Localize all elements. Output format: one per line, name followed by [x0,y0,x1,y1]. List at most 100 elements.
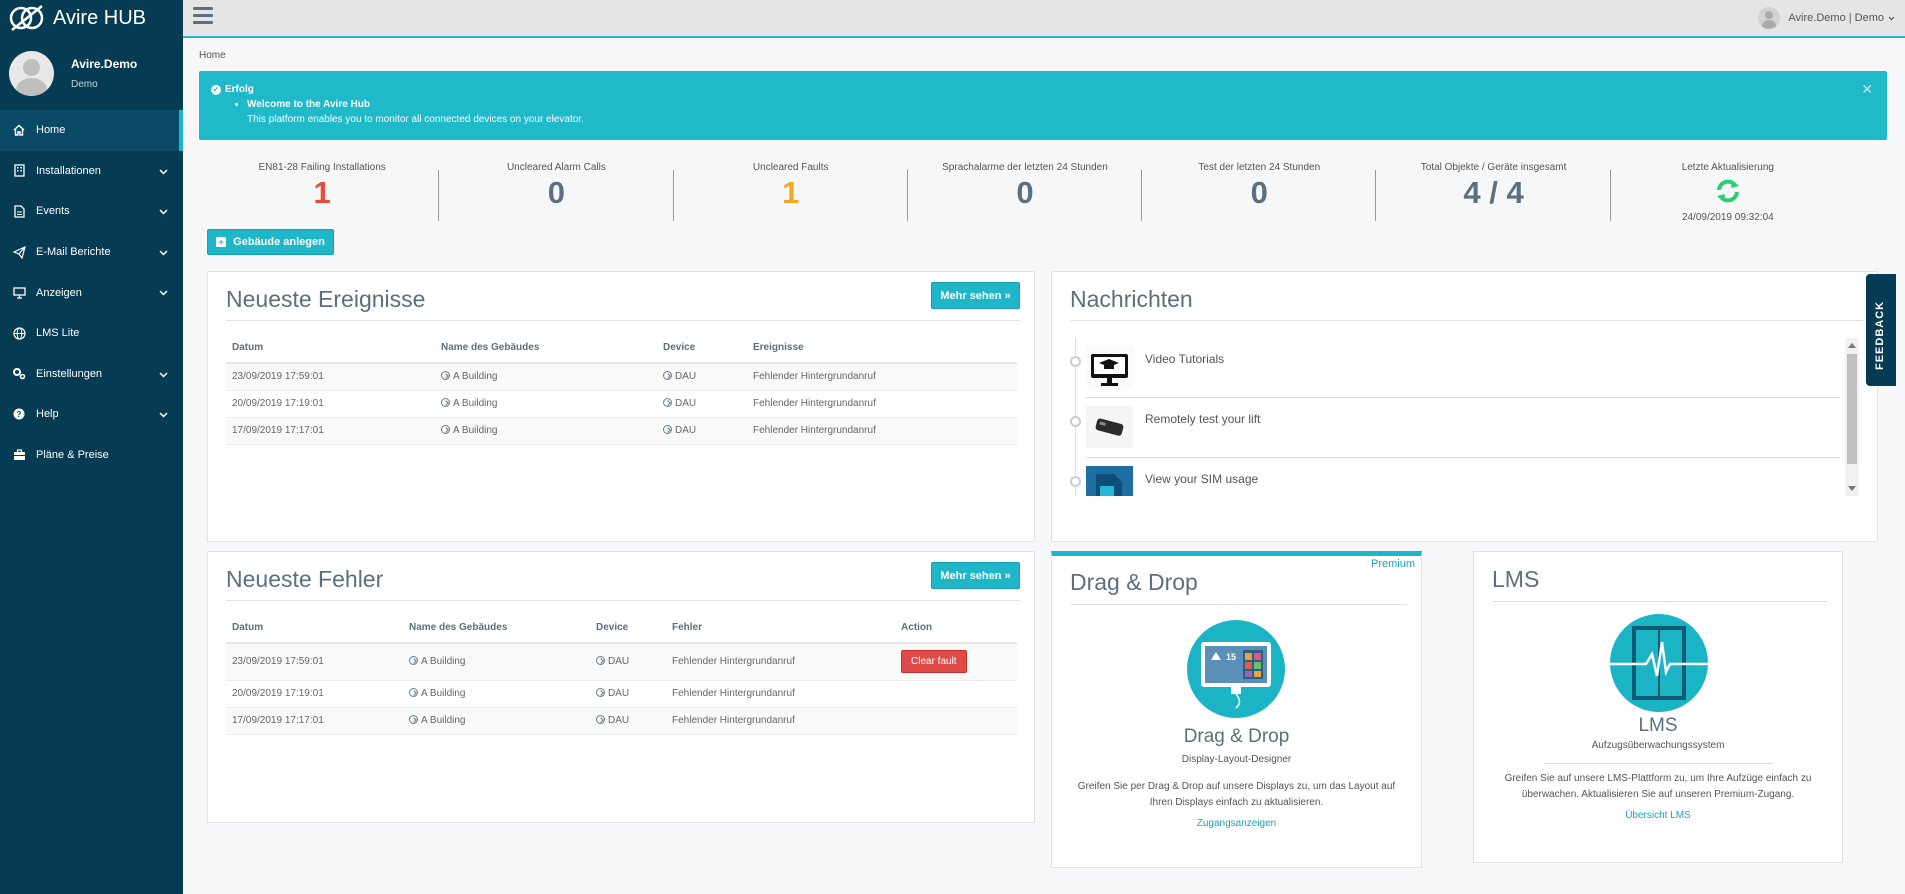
sidebar-nav: Home Installationen Events E-Mail Berich… [0,110,183,475]
scrollbar-thumb[interactable] [1847,354,1857,464]
sim-card-icon [1086,466,1133,496]
news-item-video-tutorials[interactable]: Video Tutorials [1070,346,1840,406]
clear-fault-button[interactable]: Clear fault [901,650,967,674]
col-header[interactable]: Device [590,613,666,644]
app-logo[interactable]: Avire HUB [0,0,183,36]
feedback-tab[interactable]: FEEDBACK [1866,274,1896,386]
sidebar-item-label: Help [36,408,59,421]
breadcrumb[interactable]: Home [199,50,226,61]
cell-building[interactable]: A Building [435,417,657,445]
cell-device[interactable]: DAU [590,707,666,735]
col-header[interactable]: Fehler [666,613,895,644]
sidebar-item-installationen[interactable]: Installationen [0,151,183,192]
stat-label: Total Objekte / Geräte insgesamt [1420,162,1567,173]
stat-value: 1 [782,175,800,210]
sidebar-item-home[interactable]: Home [0,110,183,151]
sidebar-item-events[interactable]: Events [0,191,183,232]
dragdrop-link[interactable]: Zugangsanzeigen [1052,818,1421,829]
paper-plane-icon [12,245,26,259]
sidebar-item-label: Einstellungen [36,367,103,380]
arrow-circle-right-icon [663,371,672,381]
news-item-label: View your SIM usage [1145,472,1259,486]
news-list: Video Tutorials Remotely test your lift [1070,338,1854,496]
dragdrop-card: Premium Drag & Drop 15 Drag & Drop Displ… [1051,551,1422,868]
stat-tests[interactable]: Test der letzten 24 Stunden 0 [1142,160,1377,230]
create-building-button[interactable]: + Gebäude anlegen [207,229,334,255]
lms-link[interactable]: Übersicht LMS [1474,810,1842,821]
sidebar-item-email-berichte[interactable]: E-Mail Berichte [0,232,183,273]
stat-alarm-calls[interactable]: Uncleared Alarm Calls 0 [439,160,674,230]
col-header[interactable]: Datum [226,613,403,644]
events-more-button[interactable]: Mehr sehen » [931,282,1020,309]
cell-date: 23/09/2019 17:59:01 [226,363,435,391]
device-link: DAU [675,425,697,436]
cell-date: 17/09/2019 17:17:01 [226,417,435,445]
stat-failing-installations[interactable]: EN81-28 Failing Installations 1 [205,160,440,230]
device-link: DAU [675,398,697,409]
arrow-circle-right-icon [596,688,605,697]
dragdrop-title: Drag & Drop [1070,569,1198,595]
table-row[interactable]: 20/09/2019 17:19:01 A Building DAU Fehle… [226,680,1017,708]
stat-value: 0 [1016,175,1034,210]
table-row[interactable]: 17/09/2019 17:17:01 A Building DAU Fehle… [226,417,1017,445]
sidebar-item-label: Events [36,205,70,218]
dragdrop-name: Drag & Drop [1183,726,1290,747]
sidebar-item-plaene-preise[interactable]: Pläne & Preise [0,435,183,476]
cell-device[interactable]: DAU [657,417,747,445]
refresh-icon[interactable] [1611,177,1845,210]
cell-building[interactable]: A Building [403,707,590,735]
col-header[interactable]: Name des Gebäudes [435,333,657,364]
cell-event: Fehlender Hintergrundanruf [747,390,1017,418]
sidebar-item-lms-lite[interactable]: LMS Lite [0,313,183,354]
sidebar-item-help[interactable]: ? Help [0,394,183,435]
elevator-heartbeat-icon [1610,614,1708,712]
feedback-label: FEEDBACK [1874,300,1886,370]
events-title: Neueste Ereignisse [226,286,426,312]
user-menu[interactable]: Avire.Demo | Demo [1758,7,1895,29]
arrow-circle-right-icon [596,715,605,724]
table-row[interactable]: 17/09/2019 17:17:01 A Building DAU Fehle… [226,707,1017,735]
sidebar-item-label: Pläne & Preise [36,449,109,462]
menu-toggle-icon[interactable] [193,7,213,25]
stat-faults[interactable]: Uncleared Faults 1 [674,160,909,230]
sidebar-item-label: Anzeigen [36,286,82,299]
table-row[interactable]: 20/09/2019 17:19:01 A Building DAU Fehle… [226,390,1017,418]
sidebar-item-label: E-Mail Berichte [36,246,111,259]
col-header[interactable]: Ereignisse [747,333,1017,364]
close-icon[interactable]: ✕ [1861,81,1873,98]
cell-building[interactable]: A Building [403,643,590,681]
sidebar-item-einstellungen[interactable]: Einstellungen [0,354,183,395]
scroll-down-icon[interactable] [1848,486,1856,491]
stat-label: Test der letzten 24 Stunden [1198,162,1321,173]
stat-total-objects[interactable]: Total Objekte / Geräte insgesamt 4 / 4 [1376,160,1611,230]
stat-voice-alarms[interactable]: Sprachalarme der letzten 24 Stunden 0 [908,160,1143,230]
col-header[interactable]: Name des Gebäudes [403,613,590,644]
user-profile: Avire.Demo Demo [0,36,183,110]
news-scrollbar[interactable] [1845,338,1859,496]
cell-device[interactable]: DAU [657,363,747,391]
stat-value: 0 [1250,175,1268,210]
news-item-remote-test[interactable]: Remotely test your lift [1070,406,1840,466]
arrow-circle-right-icon [441,371,450,381]
cell-device[interactable]: DAU [590,680,666,708]
col-header[interactable]: Action [895,613,1017,644]
cell-building[interactable]: A Building [403,680,590,708]
cell-device[interactable]: DAU [590,643,666,681]
col-header[interactable]: Datum [226,333,435,364]
col-header[interactable]: Device [657,333,747,364]
building-link: A Building [421,688,466,699]
table-row[interactable]: 23/09/2019 17:59:01 A Building DAU Fehle… [226,643,1017,681]
stat-label: Uncleared Alarm Calls [506,162,606,173]
scroll-up-icon[interactable] [1848,343,1856,348]
cell-building[interactable]: A Building [435,390,657,418]
table-row[interactable]: 23/09/2019 17:59:01 A Building DAU Fehle… [226,363,1017,391]
gears-icon [12,367,26,381]
cell-building[interactable]: A Building [435,363,657,391]
cell-action [895,680,1017,708]
cell-device[interactable]: DAU [657,390,747,418]
faults-more-button[interactable]: Mehr sehen » [931,562,1020,589]
news-item-sim-usage[interactable]: View your SIM usage [1070,466,1840,496]
sidebar-item-anzeigen[interactable]: Anzeigen [0,272,183,313]
device-link: DAU [675,371,697,383]
file-icon [12,204,26,218]
